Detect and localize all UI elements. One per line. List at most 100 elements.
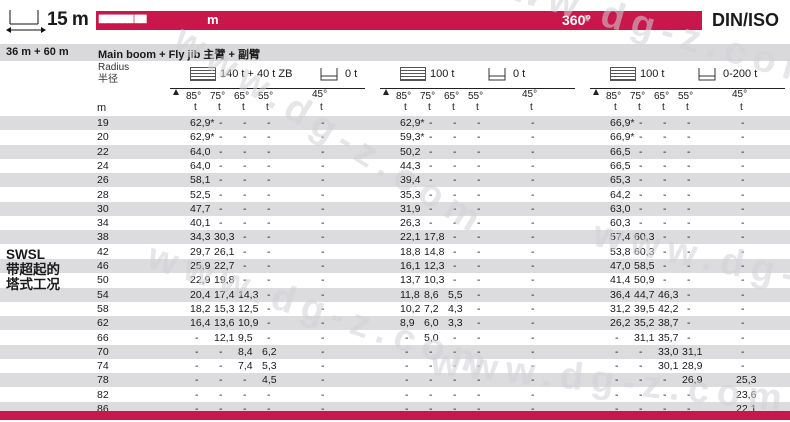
radius-unit: m (97, 102, 107, 114)
load-cell: - (453, 188, 457, 201)
radius-value: 82 (97, 388, 109, 401)
load-cell: 8,9 (400, 317, 415, 330)
load-cell: - (687, 302, 691, 315)
load-cell: - (687, 159, 691, 172)
load-cell: - (687, 117, 691, 129)
load-cell: - (531, 388, 535, 401)
unit-t: t (452, 102, 455, 113)
radius-value: 58 (97, 302, 109, 315)
table-row: 62 16,4 13,6 10,9- -8,9 6,0 3,3- -26,2 35,2 38,7-… (0, 316, 790, 331)
angle-55: 55° (258, 91, 274, 102)
table-row: 74 - - 7,4 5,3 - - - - - - - - 30,1 28,9 - (0, 359, 790, 373)
load-cell: - (687, 317, 691, 330)
load-cell: - (639, 345, 643, 358)
boom-type: Main boom + Fly jib 主臂 + 副臂 (98, 49, 260, 61)
load-cell: - (321, 360, 325, 373)
load-cell: - (429, 159, 433, 172)
load-cell: - (687, 260, 691, 272)
load-cell: 44,7 (634, 288, 655, 301)
load-cell: - (267, 217, 271, 230)
load-cell: - (267, 174, 271, 187)
load-cell: 26,1 (214, 245, 235, 258)
load-cell: 60,3 (610, 217, 631, 230)
load-cell: - (663, 202, 667, 215)
radius-value: 70 (97, 345, 109, 358)
load-cell: - (741, 145, 745, 158)
load-cell: 41,4 (610, 274, 631, 287)
group-separator (170, 88, 365, 89)
load-cell: 50,2 (400, 145, 421, 158)
load-cell: - (531, 288, 535, 301)
load-cell: - (321, 374, 325, 387)
bottom-band (0, 411, 790, 420)
load-cell: - (267, 302, 271, 315)
load-cell: - (639, 374, 643, 387)
load-cell: 65,3 (610, 174, 631, 187)
load-cell: 31,9 (400, 202, 421, 215)
load-cell: - (321, 245, 325, 258)
angle-arrow-icon (173, 89, 179, 95)
load-cell: - (531, 331, 535, 344)
load-cell: 13,7 (400, 274, 421, 287)
load-cell: - (453, 331, 457, 344)
load-cell: - (639, 202, 643, 215)
load-cell: - (453, 231, 457, 244)
slew-angle: 360° (562, 12, 591, 28)
boom-config: 36 m + 60 m (6, 46, 69, 58)
unit-t: t (740, 102, 743, 113)
load-cell: - (687, 174, 691, 187)
unit-t: t (428, 102, 431, 113)
load-cell: - (219, 145, 223, 158)
load-cell: 58,1 (190, 174, 211, 187)
load-cell: - (243, 245, 247, 258)
load-cell: 14,8 (424, 245, 445, 258)
load-cell: - (405, 360, 409, 373)
load-cell: - (687, 188, 691, 201)
load-cell: - (477, 302, 481, 315)
load-cell: - (663, 131, 667, 144)
load-cell: - (453, 345, 457, 358)
load-cell: - (219, 131, 223, 144)
load-cell: - (321, 117, 325, 129)
load-cell: 12,5 (238, 302, 259, 315)
load-cell: - (531, 360, 535, 373)
load-cell: - (321, 145, 325, 158)
radius-value: 22 (97, 145, 109, 158)
load-cell: - (243, 231, 247, 244)
load-cell: - (741, 217, 745, 230)
unit-t: t (476, 102, 479, 113)
angle-45: 45° (732, 89, 748, 100)
radius-value: 20 (97, 131, 109, 144)
load-cell: - (531, 231, 535, 244)
unit-t: t (242, 102, 245, 113)
load-cell: - (477, 331, 481, 344)
load-cell: - (321, 202, 325, 215)
load-cell: - (321, 231, 325, 244)
load-cell: 35,2 (634, 317, 655, 330)
load-cell: - (663, 260, 667, 272)
angle-arrow-icon (383, 89, 389, 95)
angle-75: 75° (420, 91, 436, 102)
load-cell: - (195, 345, 199, 358)
title-band: ▇▇▇▇▇▇ ▇▇ m 360° (96, 11, 702, 30)
load-cell: - (321, 274, 325, 287)
unit-t: t (194, 102, 197, 113)
table-row: 28 52,5- - - -35,3- - - -64,2- - - - (0, 188, 790, 202)
radius-label-zh: 半径 (98, 74, 118, 85)
load-cell: 60,3 (634, 231, 655, 244)
load-cell: 26,9 (682, 374, 703, 387)
load-cell: - (321, 174, 325, 187)
radius-label: Radius 半径 (98, 62, 129, 86)
load-cell: - (267, 231, 271, 244)
load-cell: 31,1 (682, 345, 703, 358)
load-cell: - (477, 131, 481, 144)
load-cell: - (429, 360, 433, 373)
load-cell: - (243, 117, 247, 129)
load-cell: - (243, 145, 247, 158)
load-cell: - (195, 331, 199, 344)
radius-value: 46 (97, 260, 109, 272)
load-cell: - (477, 374, 481, 387)
load-cell: - (687, 245, 691, 258)
load-cell: - (687, 231, 691, 244)
load-cell: - (477, 188, 481, 201)
